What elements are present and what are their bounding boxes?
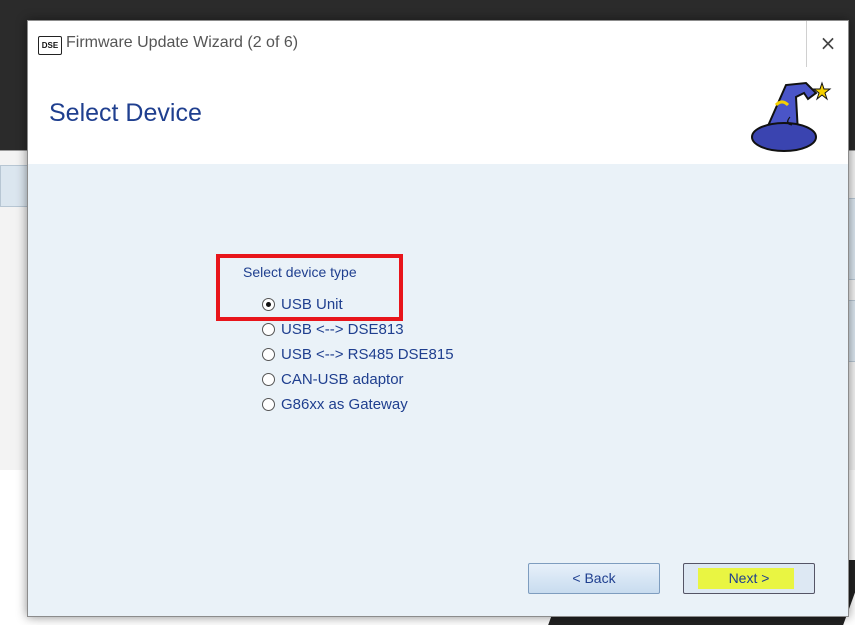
wizard-hat-icon xyxy=(751,81,832,152)
radio-label: G86xx as Gateway xyxy=(281,396,408,413)
radio-g86xx-gateway[interactable]: G86xx as Gateway xyxy=(262,396,408,418)
radio-can-usb-adaptor[interactable]: CAN-USB adaptor xyxy=(262,371,404,393)
back-button[interactable]: < Back xyxy=(528,563,660,594)
radio-button[interactable] xyxy=(262,397,275,411)
radio-button[interactable] xyxy=(262,372,275,386)
wizard-header: Select Device xyxy=(28,67,848,164)
page-title: Select Device xyxy=(49,99,202,127)
radio-button[interactable] xyxy=(262,322,275,336)
radio-label: USB <--> DSE813 xyxy=(281,321,404,338)
firmware-update-dialog: DSE Firmware Update Wizard (2 of 6) × Se… xyxy=(27,20,849,617)
close-button[interactable]: × xyxy=(806,21,849,67)
dse-app-icon: DSE xyxy=(38,36,62,55)
radio-usb-dse813[interactable]: USB <--> DSE813 xyxy=(262,321,404,343)
radio-button[interactable] xyxy=(262,347,275,361)
window-title: Firmware Update Wizard (2 of 6) xyxy=(66,34,299,51)
red-highlight-box xyxy=(216,254,403,321)
title-bar: DSE Firmware Update Wizard (2 of 6) × xyxy=(28,21,848,67)
next-button-label[interactable]: Next > xyxy=(683,563,815,594)
radio-usb-rs485-dse815[interactable]: USB <--> RS485 DSE815 xyxy=(262,346,454,368)
radio-label: USB <--> RS485 DSE815 xyxy=(281,346,454,363)
radio-label: CAN-USB adaptor xyxy=(281,371,404,388)
